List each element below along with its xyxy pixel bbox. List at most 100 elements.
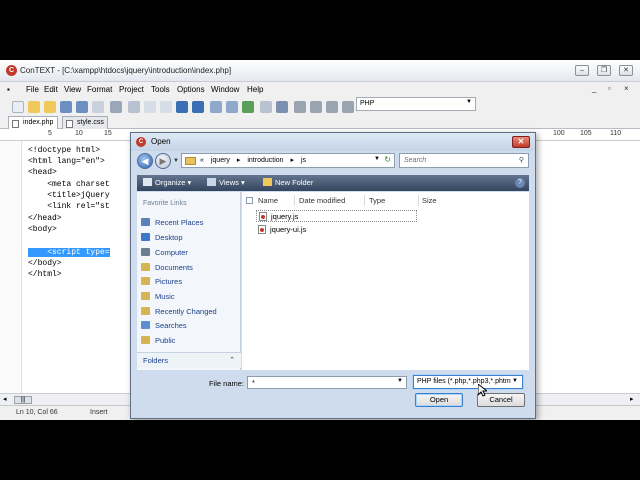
tab-index-php[interactable]: index.php bbox=[8, 116, 58, 129]
user-command-1-icon[interactable] bbox=[294, 101, 306, 113]
select-all-checkbox[interactable] bbox=[246, 197, 253, 204]
doc-close-icon[interactable]: × bbox=[624, 84, 629, 93]
breadcrumb-separator[interactable]: ▸ bbox=[237, 157, 241, 164]
user-command-4-icon[interactable] bbox=[342, 101, 354, 113]
nav-pictures[interactable]: Pictures bbox=[141, 277, 182, 286]
close-file-icon[interactable] bbox=[92, 101, 104, 113]
undo-icon[interactable] bbox=[176, 101, 188, 113]
nav-music[interactable]: Music bbox=[141, 292, 175, 301]
menu-help[interactable]: Help bbox=[247, 85, 263, 94]
recent-pages-chevron-icon[interactable]: ▼ bbox=[173, 158, 179, 164]
column-divider[interactable] bbox=[364, 195, 365, 206]
nav-documents[interactable]: Documents bbox=[141, 263, 193, 272]
menu-tools[interactable]: Tools bbox=[151, 85, 170, 94]
nav-recently-changed[interactable]: Recently Changed bbox=[141, 307, 217, 316]
nav-computer[interactable]: Computer bbox=[141, 248, 188, 257]
minimize-button[interactable]: – bbox=[575, 65, 589, 76]
close-window-button[interactable]: ✕ bbox=[619, 65, 633, 76]
mouse-cursor-icon bbox=[478, 384, 487, 397]
column-name[interactable]: Name bbox=[258, 196, 278, 205]
nav-label: Public bbox=[155, 336, 176, 345]
forward-button[interactable]: ▶ bbox=[155, 153, 171, 169]
restore-button[interactable]: ❐ bbox=[597, 65, 611, 76]
organize-button[interactable]: Organize ▾ bbox=[143, 178, 191, 187]
search-input[interactable]: Search ⚲ bbox=[399, 153, 529, 168]
breadcrumb-separator[interactable]: ▸ bbox=[291, 157, 295, 164]
open-folder-icon[interactable] bbox=[44, 101, 56, 113]
search-placeholder: Search bbox=[404, 157, 427, 164]
file-item-jquery-js[interactable]: jquery.js bbox=[256, 210, 417, 222]
main-toolbar bbox=[0, 98, 640, 116]
file-list[interactable]: Name Date modified Type Size jquery.js j… bbox=[242, 192, 529, 370]
breadcrumb-introduction[interactable]: introduction bbox=[247, 157, 283, 164]
menu-window[interactable]: Window bbox=[211, 85, 239, 94]
user-command-2-icon[interactable] bbox=[310, 101, 322, 113]
open-file-icon[interactable] bbox=[28, 101, 40, 113]
help-icon[interactable]: ? bbox=[515, 178, 525, 188]
copy-icon[interactable] bbox=[144, 101, 156, 113]
file-item-jquery-ui-js[interactable]: jquery-ui.js bbox=[256, 224, 416, 236]
column-size[interactable]: Size bbox=[422, 196, 437, 205]
breadcrumb: « jquery ▸ introduction ▸ js bbox=[200, 157, 311, 164]
save-all-icon[interactable] bbox=[76, 101, 88, 113]
pictures-icon bbox=[141, 277, 150, 285]
breadcrumb-jquery[interactable]: jquery bbox=[211, 157, 230, 164]
tab-style-css[interactable]: style.css bbox=[62, 116, 108, 129]
organize-label: Organize ▾ bbox=[155, 178, 192, 187]
views-icon bbox=[207, 178, 216, 186]
replace-icon[interactable] bbox=[242, 101, 254, 113]
print-icon[interactable] bbox=[110, 101, 122, 113]
column-type[interactable]: Type bbox=[369, 196, 385, 205]
scroll-right-icon[interactable]: ▸ bbox=[630, 395, 634, 403]
dialog-footer: File name: * ▼ PHP files (*.php,*.php3,*… bbox=[137, 371, 529, 417]
nav-recent-places[interactable]: Recent Places bbox=[141, 218, 203, 227]
find-next-icon[interactable] bbox=[226, 101, 238, 113]
dialog-close-button[interactable]: ✕ bbox=[512, 136, 530, 148]
file-name-input[interactable]: * ▼ bbox=[247, 376, 407, 389]
open-button[interactable]: Open bbox=[415, 393, 463, 407]
nav-desktop[interactable]: Desktop bbox=[141, 233, 183, 242]
paste-icon[interactable] bbox=[160, 101, 172, 113]
find-icon[interactable] bbox=[210, 101, 222, 113]
command-bar: Organize ▾ Views ▾ New Folder ? bbox=[137, 175, 529, 191]
tab-label: style.css bbox=[77, 119, 104, 126]
save-icon[interactable] bbox=[60, 101, 72, 113]
new-folder-button[interactable]: New Folder bbox=[263, 178, 313, 187]
search-icon[interactable]: ⚲ bbox=[519, 156, 524, 164]
column-divider[interactable] bbox=[418, 195, 419, 206]
column-date-modified[interactable]: Date modified bbox=[299, 196, 345, 205]
menu-edit[interactable]: Edit bbox=[44, 85, 58, 94]
menu-view[interactable]: View bbox=[64, 85, 81, 94]
menu-options[interactable]: Options bbox=[177, 85, 205, 94]
nav-public[interactable]: Public bbox=[141, 336, 175, 345]
options-icon[interactable] bbox=[276, 101, 288, 113]
cut-icon[interactable] bbox=[128, 101, 140, 113]
new-file-icon[interactable] bbox=[12, 101, 24, 113]
address-dropdown-icon[interactable]: ▼ bbox=[374, 156, 380, 162]
views-button[interactable]: Views ▾ bbox=[207, 178, 245, 187]
menu-project[interactable]: Project bbox=[119, 85, 144, 94]
address-bar[interactable]: « jquery ▸ introduction ▸ js ▼ ↻ bbox=[181, 153, 395, 168]
breadcrumb-overflow[interactable]: « bbox=[200, 157, 204, 164]
menu-file[interactable]: File bbox=[26, 85, 39, 94]
doc-minimize-icon[interactable]: _ bbox=[592, 84, 596, 93]
refresh-icon[interactable]: ↻ bbox=[384, 155, 391, 164]
language-select[interactable]: PHP ▼ bbox=[356, 97, 476, 111]
doc-restore-icon[interactable]: ▫ bbox=[608, 84, 611, 93]
back-button[interactable]: ◀ bbox=[137, 153, 153, 169]
code-line: </head> bbox=[28, 214, 62, 223]
scrollbar-thumb[interactable]: ||| bbox=[14, 396, 32, 404]
nav-searches[interactable]: Searches bbox=[141, 321, 187, 330]
file-type-select[interactable]: PHP files (*.php,*.php3,*.phtm ▼ bbox=[413, 375, 523, 389]
user-command-3-icon[interactable] bbox=[326, 101, 338, 113]
redo-icon[interactable] bbox=[192, 101, 204, 113]
folders-toggle[interactable]: Folders ⌃ bbox=[137, 352, 241, 368]
scroll-left-icon[interactable]: ◂ bbox=[3, 395, 7, 403]
recently-changed-icon bbox=[141, 307, 150, 315]
column-divider[interactable] bbox=[294, 195, 295, 206]
breadcrumb-js[interactable]: js bbox=[301, 157, 306, 164]
chevron-down-icon[interactable]: ▼ bbox=[397, 378, 403, 384]
menu-format[interactable]: Format bbox=[87, 85, 112, 94]
word-wrap-icon[interactable] bbox=[260, 101, 272, 113]
dialog-title-bar: C Open ✕ bbox=[131, 133, 535, 151]
